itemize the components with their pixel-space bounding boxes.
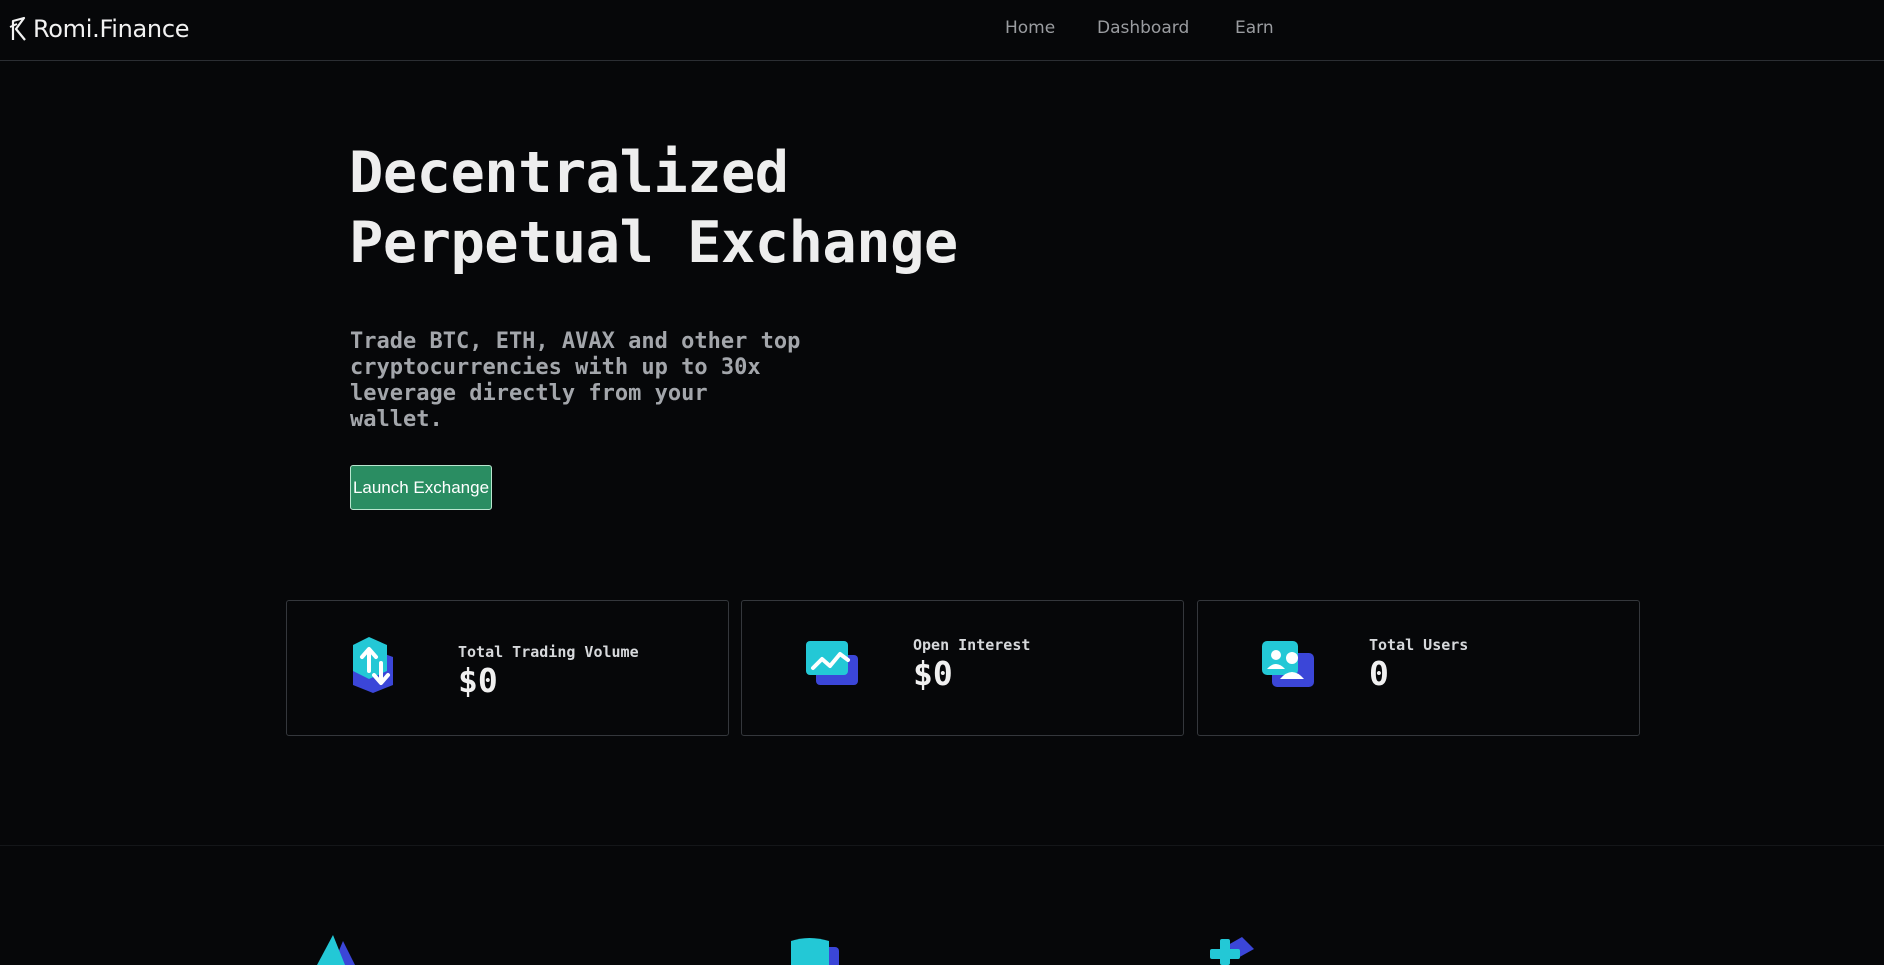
nav-dashboard[interactable]: Dashboard: [1092, 16, 1232, 40]
stat-label: Open Interest: [913, 636, 1031, 654]
hero-title-line2: Perpetual Exchange: [349, 210, 958, 276]
drop-icon: [317, 935, 355, 965]
stat-label: Total Trading Volume: [458, 643, 639, 661]
hero-title: Decentralized Perpetual Exchange: [349, 138, 1109, 278]
trading-volume-icon: [353, 637, 393, 693]
nav-home[interactable]: Home: [1005, 16, 1092, 40]
open-interest-icon: [806, 641, 858, 685]
launch-exchange-button[interactable]: Launch Exchange: [350, 465, 492, 510]
stat-value: 0: [1369, 654, 1389, 693]
plus-icon: [1210, 937, 1254, 965]
card-icon: [791, 938, 839, 965]
main-nav: Home Dashboard Earn: [1005, 16, 1292, 40]
stat-card-open-interest: Open Interest $0: [741, 600, 1184, 736]
users-icon: [1262, 641, 1314, 687]
nav-earn[interactable]: Earn: [1232, 16, 1292, 40]
hero-title-line1: Decentralized: [349, 140, 789, 206]
top-nav-bar: Romi.Finance Home Dashboard Earn: [0, 0, 1884, 61]
stat-card-total-users: Total Users 0: [1197, 600, 1640, 736]
stat-card-trading-volume: Total Trading Volume $0: [286, 600, 729, 736]
stat-label: Total Users: [1369, 636, 1469, 654]
section-divider: [0, 845, 1884, 846]
logo-text: Romi.Finance: [33, 15, 190, 43]
stat-value: $0: [458, 661, 498, 700]
romi-logo-icon: [9, 16, 26, 41]
logo[interactable]: Romi.Finance: [8, 12, 189, 46]
stat-value: $0: [913, 654, 953, 693]
hero-subtitle: Trade BTC, ETH, AVAX and other top crypt…: [350, 329, 801, 432]
